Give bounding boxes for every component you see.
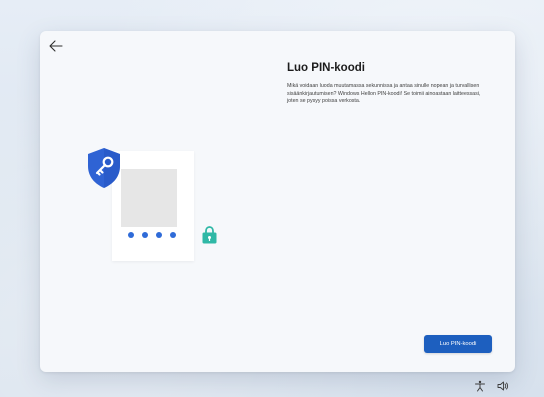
- padlock-icon: [202, 226, 217, 244]
- content-panel: Luo PIN-koodi Mikä voidaan luoda muutama…: [287, 61, 507, 106]
- pin-dot: [142, 232, 148, 238]
- pin-illustration: [82, 146, 222, 266]
- shield-key-icon: [86, 147, 122, 189]
- pin-dot: [156, 232, 162, 238]
- create-pin-button[interactable]: Luo PIN-koodi: [424, 335, 492, 353]
- back-arrow-icon[interactable]: [48, 39, 64, 53]
- device-frame: [112, 151, 194, 261]
- system-tray: [470, 378, 530, 392]
- pin-dot: [170, 232, 176, 238]
- volume-icon[interactable]: [497, 379, 509, 391]
- page-description: Mikä voidaan luoda muutamassa sekunnissa…: [287, 83, 481, 104]
- pin-dot: [128, 232, 134, 238]
- setup-window: Luo PIN-koodi Mikä voidaan luoda muutama…: [40, 31, 515, 372]
- accessibility-icon[interactable]: [474, 379, 486, 392]
- device-screen: [121, 169, 177, 227]
- page-title: Luo PIN-koodi: [287, 62, 365, 74]
- pin-dots: [128, 232, 176, 242]
